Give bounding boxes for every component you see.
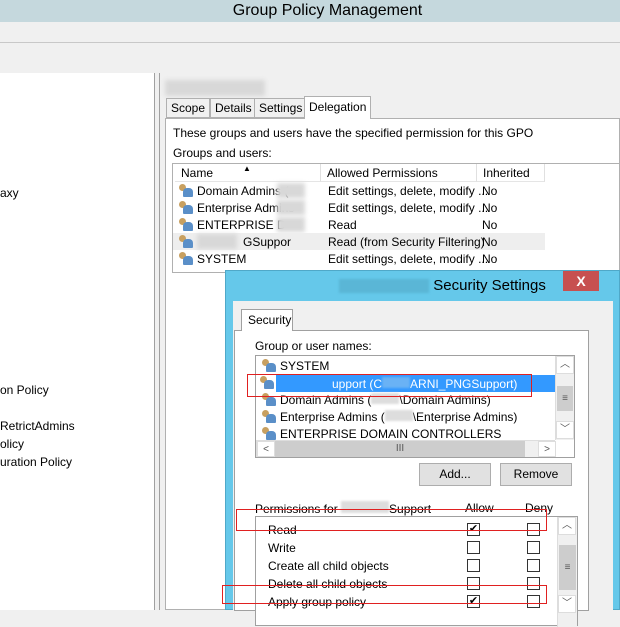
console-tree[interactable]: axy on Policy RetrictAdmins olicy uratio… bbox=[0, 73, 155, 610]
scroll-thumb[interactable]: ≡ bbox=[557, 386, 573, 411]
allow-checkbox[interactable] bbox=[467, 541, 480, 554]
group-icon bbox=[179, 235, 193, 248]
scroll-thumb[interactable]: ≡ bbox=[559, 545, 576, 590]
tab-details[interactable]: Details bbox=[210, 98, 257, 118]
scroll-down-button[interactable]: ﹀ bbox=[558, 595, 576, 613]
vertical-scrollbar[interactable]: ︿ ≡ ﹀ bbox=[557, 517, 577, 627]
tree-item[interactable]: olicy bbox=[0, 437, 24, 451]
name-redacted bbox=[277, 217, 305, 232]
scroll-down-button[interactable]: ﹀ bbox=[556, 421, 574, 439]
row-name: ENTERPRISE D bbox=[197, 218, 286, 232]
group-names-list[interactable]: SYSTEM upport (C ARNI_PNGSupport) Domain Ad… bbox=[255, 355, 575, 458]
table-row[interactable]: Enterprise Admins Edit settings, delete, … bbox=[173, 199, 545, 216]
scroll-up-button[interactable]: ︿ bbox=[556, 356, 574, 374]
group-icon bbox=[179, 184, 193, 197]
row-permissions: Edit settings, delete, modify ... bbox=[328, 201, 489, 215]
tab-scope[interactable]: Scope bbox=[166, 98, 211, 118]
row-name: Domain Admins ( bbox=[197, 184, 289, 198]
table-row[interactable]: Domain Admins ( Edit settings, delete, mo… bbox=[173, 182, 545, 199]
scroll-right-button[interactable]: > bbox=[538, 441, 556, 457]
list-item-text: ENTERPRISE DOMAIN CONTROLLERS bbox=[280, 427, 501, 441]
tree-item[interactable]: on Policy bbox=[0, 383, 49, 397]
scroll-thumb[interactable]: III bbox=[275, 441, 525, 457]
name-redacted bbox=[277, 200, 305, 215]
table-row[interactable]: ENTERPRISE D Read No bbox=[173, 216, 545, 233]
group-icon bbox=[179, 218, 193, 231]
name-redacted bbox=[277, 183, 305, 198]
menu-bar bbox=[0, 22, 620, 43]
column-name[interactable]: Name ▲ bbox=[175, 164, 321, 182]
row-name: SYSTEM bbox=[197, 252, 247, 266]
name-suffix: \Enterprise Admins) bbox=[412, 410, 518, 424]
row-name: GSuppor bbox=[243, 235, 292, 249]
row-inherited: No bbox=[482, 252, 498, 266]
column-label: Name bbox=[181, 166, 214, 180]
deny-checkbox[interactable] bbox=[527, 559, 540, 572]
tree-item[interactable]: RetrictAdmins bbox=[0, 419, 75, 433]
column-allowed-permissions[interactable]: Allowed Permissions bbox=[321, 164, 477, 182]
deny-checkbox[interactable] bbox=[527, 541, 540, 554]
close-button[interactable]: X bbox=[563, 271, 599, 291]
group-icon bbox=[262, 359, 276, 372]
scroll-up-button[interactable]: ︿ bbox=[558, 517, 576, 535]
row-permissions: Read (from Security Filtering) bbox=[328, 235, 485, 249]
groups-users-list[interactable]: Name ▲ Allowed Permissions Inherited Doma… bbox=[172, 163, 620, 273]
group-names-label: Group or user names: bbox=[255, 339, 372, 353]
row-permissions: Read bbox=[328, 218, 357, 232]
table-row[interactable]: SYSTEM Edit settings, delete, modify ... N… bbox=[173, 250, 545, 267]
name-redacted bbox=[197, 234, 237, 249]
vertical-scrollbar[interactable]: ︿ ≡ ﹀ bbox=[555, 356, 574, 440]
tab-settings[interactable]: Settings bbox=[254, 98, 308, 118]
security-settings-dialog: Security Settings X Security Group or us… bbox=[225, 270, 620, 627]
row-inherited: No bbox=[482, 201, 498, 215]
dialog-title-bar: Security Settings bbox=[226, 271, 619, 301]
gpo-name-redacted bbox=[339, 279, 430, 294]
column-inherited[interactable]: Inherited bbox=[477, 164, 545, 182]
permission-name: Create all child objects bbox=[268, 559, 389, 573]
row-inherited: No bbox=[482, 184, 498, 198]
remove-button[interactable]: Remove bbox=[500, 463, 572, 486]
dialog-title: Security Settings bbox=[433, 277, 546, 294]
gpo-name-redacted bbox=[165, 80, 265, 96]
tree-item[interactable]: axy bbox=[0, 186, 19, 200]
row-permissions: Edit settings, delete, modify ... bbox=[328, 252, 489, 266]
allow-checkbox[interactable] bbox=[467, 559, 480, 572]
domain-redacted bbox=[384, 410, 413, 421]
group-icon bbox=[262, 427, 276, 440]
scroll-left-button[interactable]: < bbox=[257, 441, 275, 457]
group-icon bbox=[179, 201, 193, 214]
sort-ascending-icon: ▲ bbox=[243, 164, 251, 173]
window-title: Group Policy Management bbox=[0, 0, 620, 22]
security-panel: Group or user names: SYSTEM upport (C ARNI… bbox=[234, 330, 589, 627]
list-item[interactable]: Enterprise Admins ( \Enterprise Admins) bbox=[260, 409, 550, 426]
horizontal-scrollbar[interactable]: < III > bbox=[256, 440, 556, 457]
add-button[interactable]: Add... bbox=[419, 463, 491, 486]
group-icon bbox=[262, 410, 276, 423]
highlight-apply-group-policy bbox=[222, 585, 547, 604]
name-prefix: Enterprise Admins ( bbox=[280, 410, 385, 424]
list-item-text: SYSTEM bbox=[280, 359, 329, 373]
highlight-read-permission bbox=[236, 509, 547, 531]
highlight-selected-group bbox=[247, 374, 532, 397]
name-prefix: ENTERPRISE DOMAIN CONTROLLERS bbox=[280, 427, 502, 441]
list-item-text: Enterprise Admins ( \Enterprise Admins) bbox=[280, 410, 517, 424]
tree-item[interactable]: uration Policy bbox=[0, 455, 72, 469]
row-inherited: No bbox=[482, 235, 498, 249]
tab-delegation[interactable]: Delegation bbox=[304, 96, 372, 119]
tab-security[interactable]: Security bbox=[241, 309, 293, 331]
permission-name: Write bbox=[268, 541, 296, 555]
list-item[interactable]: SYSTEM bbox=[260, 358, 550, 375]
description: These groups and users have the specifie… bbox=[173, 126, 534, 140]
group-icon bbox=[179, 252, 193, 265]
row-inherited: No bbox=[482, 218, 498, 232]
groups-label: Groups and users: bbox=[173, 146, 272, 160]
row-permissions: Edit settings, delete, modify ... bbox=[328, 184, 489, 198]
name-prefix: SYSTEM bbox=[280, 359, 330, 373]
table-row[interactable]: GSuppor Read (from Security Filtering) No bbox=[173, 233, 545, 250]
